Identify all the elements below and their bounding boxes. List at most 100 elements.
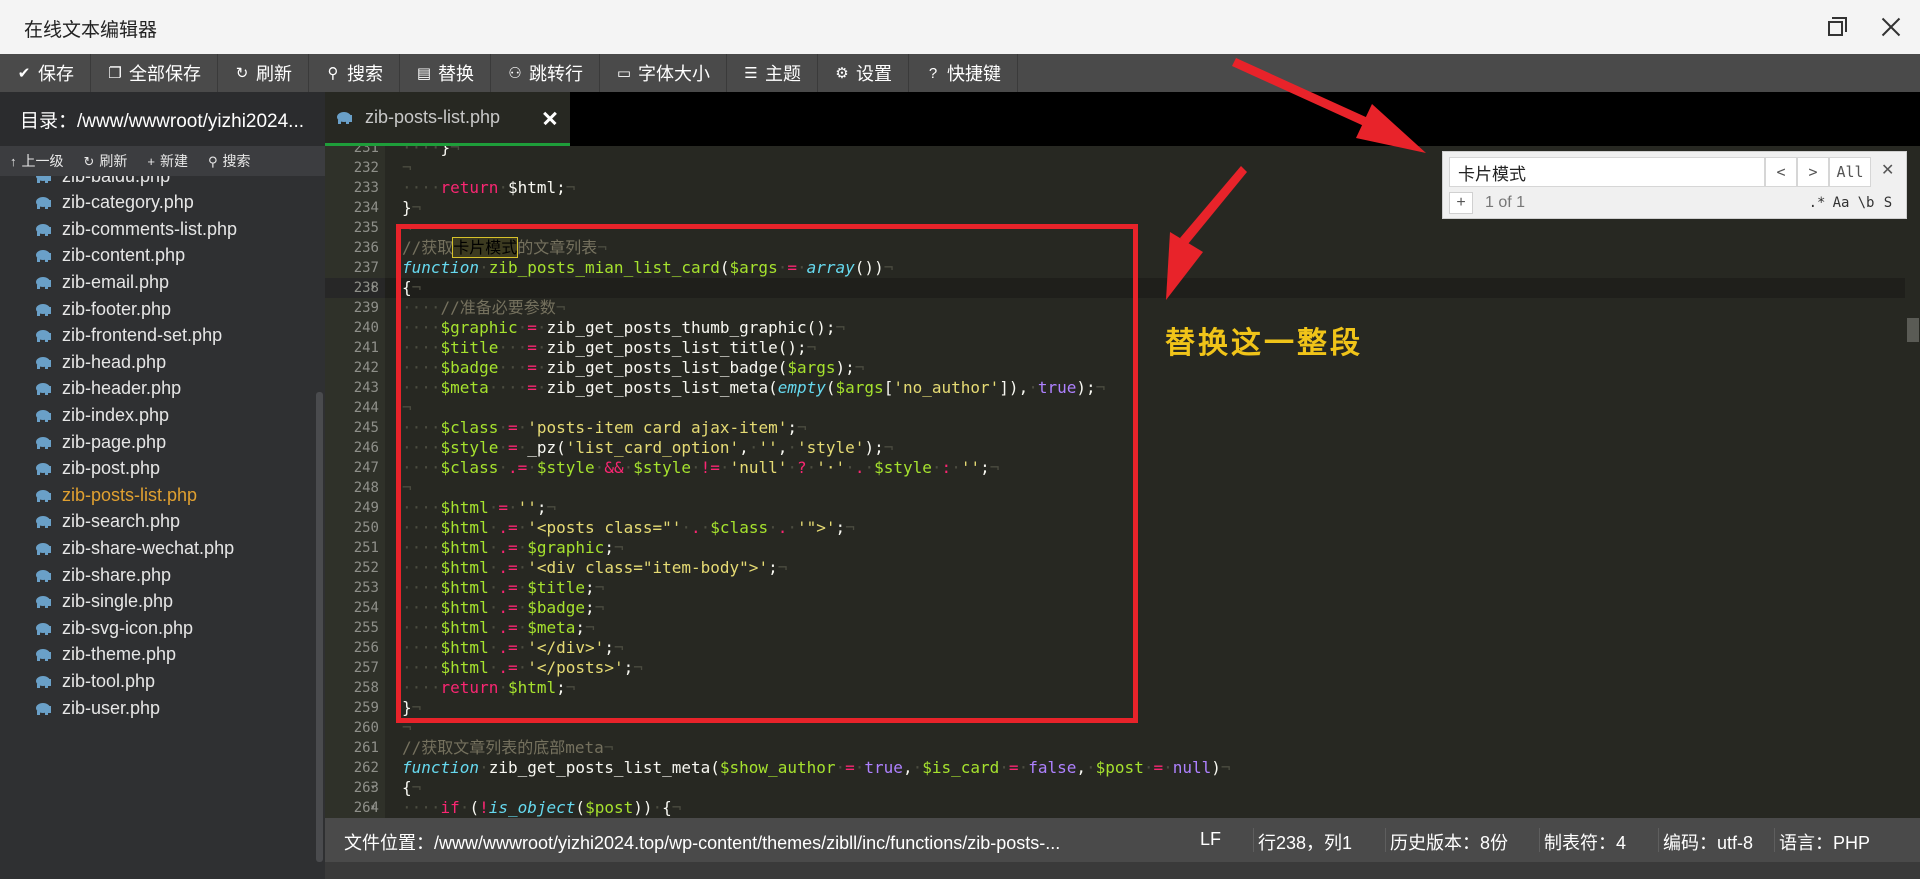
line-number: 253 (353, 580, 379, 596)
toolbar-button-2[interactable]: ↻ 刷新 (218, 54, 309, 92)
search-icon: ⚲ (208, 154, 218, 169)
file-name: zib-head.php (62, 351, 167, 372)
sidebar-action-0[interactable]: ↑ 上一级 (0, 151, 74, 171)
toolbar-button-label: 保存 (38, 64, 74, 84)
toolbar-button-9[interactable]: ? 快捷键 (909, 54, 1018, 92)
sidebar-scrollbar[interactable] (316, 392, 323, 862)
code-token: · (854, 758, 865, 777)
code-token: · (835, 758, 846, 777)
code-token: ) (1211, 758, 1221, 777)
code-token: ···· (402, 146, 441, 157)
find-all-button[interactable]: All (1829, 157, 1871, 187)
file-list: zib-baidu.php zib-category.php zib-comment… (0, 176, 312, 864)
toolbar-button-8[interactable]: ⚙ 设置 (818, 54, 909, 92)
close-search-icon[interactable]: ✕ (1881, 160, 1894, 180)
code-token: return (440, 178, 499, 197)
fold-toggle-icon[interactable]: ▾ (370, 278, 376, 298)
sidebar-action-label: 搜索 (222, 153, 251, 169)
toolbar-button-label: 全部保存 (129, 64, 201, 84)
file-name: zib-footer.php (62, 298, 172, 319)
line-number: 259 (353, 700, 379, 716)
php-elephant-icon (36, 542, 51, 555)
toolbar-button-0[interactable]: ✔ 保存 (0, 54, 91, 92)
line-number: 237 (353, 260, 379, 276)
toolbar-button-6[interactable]: ▭ 字体大小 (600, 54, 727, 92)
toolbar-button-label: 跳转行 (529, 64, 583, 84)
code-token: is_object (488, 798, 576, 817)
close-window-button[interactable] (1876, 12, 1906, 42)
code-token: ¬ (411, 198, 422, 217)
code-token: · (912, 758, 923, 777)
code-text: //获取文章列表的底部meta¬ (402, 738, 613, 758)
code-token: $post (585, 798, 634, 817)
code-token: null (1172, 758, 1212, 777)
search-in-selection-toggle[interactable]: S (1878, 192, 1898, 214)
code-token: = (845, 758, 855, 777)
code-token: · (498, 178, 508, 197)
toolbar-button-label: 刷新 (256, 64, 292, 84)
php-elephant-icon (36, 649, 51, 662)
tab-size[interactable]: 制表符：4 (1544, 829, 1626, 855)
code-token: { (662, 798, 672, 817)
fold-toggle-icon[interactable]: ▾ (370, 778, 376, 798)
sidebar-action-2[interactable]: + 新建 (137, 151, 198, 171)
line-number: 248 (353, 480, 379, 496)
help-icon: ? (928, 64, 938, 82)
toggle-replace-button[interactable]: + (1449, 192, 1473, 214)
search-result-count: 1 of 1 (1485, 194, 1526, 211)
toolbar-button-4[interactable]: ▤ 替换 (400, 54, 491, 92)
code-text: }¬ (402, 198, 421, 218)
search-input[interactable] (1449, 157, 1765, 187)
code-token: · (459, 798, 470, 817)
regex-option-toggle[interactable]: .* (1806, 192, 1828, 214)
editor-scrollbar[interactable] (1905, 146, 1920, 818)
code-line: 264 ▾ ····if·(!is_object($post))·{¬ (325, 798, 1905, 818)
code-token: $show_author (719, 758, 836, 777)
php-elephant-icon (337, 112, 352, 124)
encoding[interactable]: 编码：utf-8 (1663, 829, 1753, 855)
find-next-button[interactable]: > (1797, 157, 1829, 187)
line-number: 254 (353, 600, 379, 616)
code-token: , (1076, 758, 1087, 777)
code-token: ( (469, 798, 480, 817)
sidebar-action-3[interactable]: ⚲ 搜索 (198, 151, 261, 171)
line-number: 244 (353, 400, 379, 416)
code-token: } (440, 146, 451, 157)
font-size-icon: ▭ (616, 65, 632, 82)
find-previous-button[interactable]: < (1765, 157, 1797, 187)
toolbar-button-label: 搜索 (347, 64, 383, 84)
file-name: zib-tool.php (62, 670, 156, 691)
case-sensitive-toggle[interactable]: Aa (1828, 192, 1854, 214)
close-tab-icon[interactable] (541, 109, 559, 127)
line-number: 258 (353, 680, 379, 696)
code-token: · (999, 758, 1009, 777)
language-mode[interactable]: 语言：PHP (1779, 829, 1870, 855)
code-token: true (864, 758, 903, 777)
file-name: zib-email.php (62, 271, 170, 292)
fold-toggle-icon[interactable]: ▾ (370, 798, 376, 818)
code-token: ¬ (1220, 758, 1231, 777)
code-token: ¬ (450, 146, 460, 157)
file-name: zib-share-wechat.php (62, 537, 235, 558)
line-ending[interactable]: LF (1200, 829, 1221, 850)
history-versions[interactable]: 历史版本：8份 (1390, 829, 1508, 855)
sidebar-action-1[interactable]: ↻ 刷新 (74, 151, 138, 171)
tab-zib-posts-list[interactable]: zib-posts-list.php (325, 92, 570, 146)
editor-toolbar: ✔ 保存 ❐ 全部保存 ↻ 刷新 ⚲ 搜索 ▤ 替换 ⚇ 跳转行 ▭ 字体大小 ☰ 主题 ⚙ 设置? 快捷键 (0, 54, 1920, 92)
restore-window-button[interactable] (1822, 12, 1852, 42)
file-item[interactable]: zib-user.php (0, 692, 312, 724)
toolbar-button-5[interactable]: ⚇ 跳转行 (491, 54, 600, 92)
settings-icon: ⚙ (835, 65, 849, 82)
whole-word-toggle[interactable]: \b (1854, 192, 1878, 214)
toolbar-button-1[interactable]: ❐ 全部保存 (91, 54, 218, 92)
code-token: //获取文章列表的底部meta (402, 738, 604, 757)
code-token: , (902, 758, 913, 777)
toolbar-button-3[interactable]: ⚲ 搜索 (309, 54, 400, 92)
toolbar-button-7[interactable]: ☰ 主题 (727, 54, 818, 92)
php-elephant-icon (36, 702, 51, 715)
file-name: zib-comments-list.php (62, 218, 238, 239)
code-token: ¬ (671, 798, 682, 817)
editor-scroll-thumb[interactable] (1907, 318, 1919, 342)
sidebar-action-label: 上一级 (21, 153, 64, 169)
cursor-position[interactable]: 行238，列1 (1258, 829, 1352, 855)
